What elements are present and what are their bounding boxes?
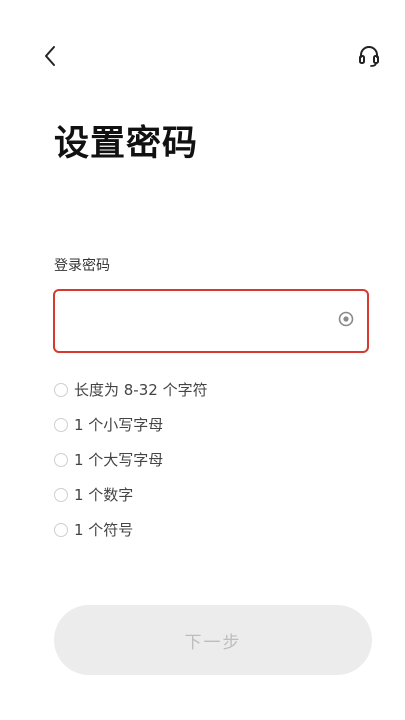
rule-text: 长度为 8-32 个字符 [74,381,208,399]
password-input-container [53,289,369,353]
unchecked-circle-icon [54,452,68,467]
chevron-left-icon [43,45,57,71]
password-rule-lowercase: 1 个小写字母 [54,407,354,442]
back-button[interactable] [34,42,66,74]
set-password-screen: 设置密码 登录密码 长度为 8-32 个字符 1 个小写字母 1 个大写字母 1… [0,0,405,720]
password-field-label: 登录密码 [54,258,110,274]
password-input[interactable] [69,291,333,353]
next-step-button[interactable]: 下一步 [54,605,372,675]
top-bar [0,0,405,100]
unchecked-circle-icon [54,382,68,397]
rule-text: 1 个大写字母 [74,451,164,469]
rule-text: 1 个小写字母 [74,416,164,434]
password-rule-length: 长度为 8-32 个字符 [54,372,354,407]
toggle-password-visibility-button[interactable] [335,310,357,332]
password-rule-number: 1 个数字 [54,477,354,512]
password-rule-uppercase: 1 个大写字母 [54,442,354,477]
customer-support-button[interactable] [353,42,385,74]
eye-icon [338,311,354,331]
rule-text: 1 个符号 [74,521,134,539]
password-rule-symbol: 1 个符号 [54,512,354,547]
rule-text: 1 个数字 [74,486,134,504]
page-title: 设置密码 [54,124,199,164]
unchecked-circle-icon [54,487,68,502]
unchecked-circle-icon [54,417,68,432]
password-rules-list: 长度为 8-32 个字符 1 个小写字母 1 个大写字母 1 个数字 1 个符号 [54,372,354,547]
unchecked-circle-icon [54,522,68,537]
headset-icon [358,44,380,72]
